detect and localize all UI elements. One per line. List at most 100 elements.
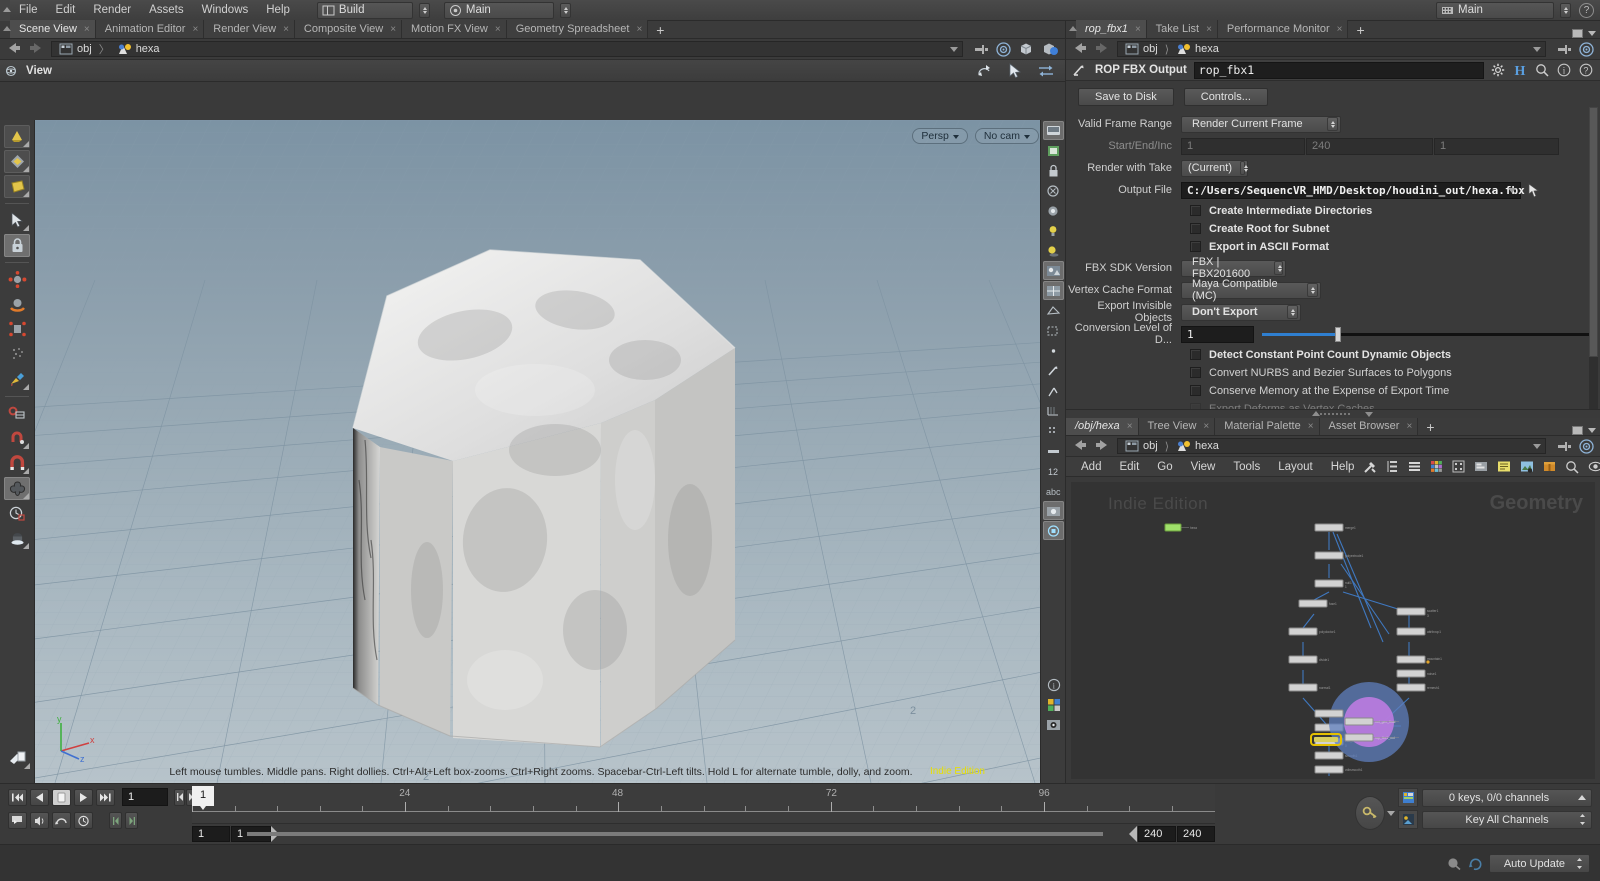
crumb-obj[interactable]: obj <box>1121 439 1162 454</box>
material-display-icon[interactable] <box>1042 261 1064 280</box>
parameter-scrollbar[interactable] <box>1589 107 1598 433</box>
tool-object-select-icon[interactable] <box>4 125 30 148</box>
crumb-obj[interactable]: obj <box>55 42 96 57</box>
forward-arrow-icon[interactable] <box>1092 41 1110 57</box>
parm-pane-nub[interactable] <box>1066 20 1077 38</box>
tool-clock-icon[interactable] <box>4 502 30 525</box>
parm-path-field[interactable]: obj ⟩ hexa <box>1117 41 1546 57</box>
tool-magnet-icon[interactable] <box>4 452 30 475</box>
help-icon[interactable]: ? <box>1579 2 1594 18</box>
globe-display-icon[interactable] <box>1042 42 1059 57</box>
tool-magnet-small-icon[interactable] <box>4 427 30 450</box>
menu-edit[interactable]: Edit <box>47 0 85 21</box>
tool-spray-icon[interactable] <box>4 343 30 366</box>
checkbox-box[interactable] <box>1190 349 1201 360</box>
tool-rubber-icon[interactable] <box>4 527 30 550</box>
save-to-disk-button[interactable]: Save to Disk <box>1078 88 1174 106</box>
network-menu-add[interactable]: Add <box>1072 457 1110 477</box>
playhead[interactable]: 1 <box>192 786 214 810</box>
menubar-collapse-nub[interactable] <box>0 0 11 21</box>
key-mode-selector[interactable]: Key All Channels <box>1422 810 1592 829</box>
inc-frame-field[interactable]: 1 <box>1434 137 1559 155</box>
display-flag-highlight[interactable]: out_geo_final rop_fbx1_out <box>1303 678 1433 768</box>
desktop-selector[interactable]: Build <box>316 1 413 19</box>
menu-assets[interactable]: Assets <box>140 0 193 21</box>
gear-icon[interactable] <box>1491 63 1505 77</box>
add-tab-button[interactable]: + <box>1418 419 1442 435</box>
normals-icon[interactable] <box>1043 361 1064 380</box>
conversion-lod-slider[interactable] <box>1262 326 1596 342</box>
network-box-icon[interactable] <box>1474 460 1488 473</box>
global-start-field[interactable]: 1 <box>192 826 230 842</box>
start-frame-field[interactable]: 1 <box>1181 137 1305 155</box>
tab-close-icon[interactable]: × <box>390 24 396 35</box>
shadow-icon[interactable] <box>1043 241 1064 260</box>
tool-handle-lock-icon[interactable] <box>4 234 30 257</box>
menu-render[interactable]: Render <box>84 0 140 21</box>
tab-material-palette[interactable]: Material Palette × <box>1215 417 1320 435</box>
checkbox-conserve-memory[interactable]: Conserve Memory at the Expense of Export… <box>1066 382 1600 399</box>
tab-close-icon[interactable]: × <box>1406 421 1412 432</box>
tools-wrench-icon[interactable] <box>1363 460 1377 474</box>
network-menu-edit[interactable]: Edit <box>1110 457 1148 477</box>
pin-icon[interactable] <box>1557 43 1572 56</box>
path-dropdown-icon[interactable] <box>950 46 958 52</box>
tab-render-view[interactable]: Render View × <box>204 20 295 38</box>
box-display-icon[interactable] <box>1018 42 1035 57</box>
tool-geometry-select-icon[interactable] <box>4 150 30 173</box>
vertex-cache-format-menu[interactable]: Maya Compatible (MC) <box>1181 278 1321 302</box>
color-chart-icon[interactable] <box>1043 695 1064 714</box>
controls-button[interactable]: Controls... <box>1183 88 1268 106</box>
toolset-selector[interactable]: Main <box>443 1 554 19</box>
tab-close-icon[interactable]: × <box>84 24 90 35</box>
xray-icon[interactable] <box>1043 181 1064 200</box>
pin-icon[interactable] <box>974 43 989 56</box>
network-menu-go[interactable]: Go <box>1148 457 1181 477</box>
tab-rop-fbx1[interactable]: rop_fbx1 × <box>1076 20 1147 38</box>
tab-geometry-spreadsheet[interactable]: Geometry Spreadsheet × <box>506 20 649 38</box>
range-end-button[interactable] <box>125 812 138 829</box>
tab-tree-view[interactable]: Tree View × <box>1138 417 1216 435</box>
file-browse-icon[interactable] <box>1528 182 1542 198</box>
tab-close-icon[interactable]: × <box>1127 421 1133 432</box>
list-tree-icon[interactable] <box>1386 460 1399 473</box>
frame-ruler[interactable]: 24 48 72 96 1 <box>192 784 1215 824</box>
key-mode-stepper[interactable] <box>1578 812 1587 827</box>
checkbox-box[interactable] <box>1190 205 1201 216</box>
checkbox-box[interactable] <box>1190 241 1201 252</box>
network-menu-tools[interactable]: Tools <box>1224 457 1269 477</box>
checkbox-convert-nurbs[interactable]: Convert NURBS and Bezier Surfaces to Pol… <box>1066 364 1600 381</box>
back-arrow-icon[interactable] <box>6 41 24 57</box>
tool-notes-icon[interactable] <box>5 747 31 770</box>
export-invisible-objects-menu[interactable]: Don't Export <box>1181 303 1301 321</box>
pin-icon[interactable] <box>1557 440 1572 453</box>
takes-selector[interactable]: Main <box>1436 1 1554 19</box>
network-menu-help[interactable]: Help <box>1322 457 1364 477</box>
back-arrow-icon[interactable] <box>1072 41 1090 57</box>
sticky-note-icon[interactable] <box>1497 460 1511 473</box>
forward-arrow-icon[interactable] <box>1092 438 1110 454</box>
crumb-hexa[interactable]: hexa <box>1172 439 1223 454</box>
dots-grid-icon[interactable] <box>1043 421 1064 440</box>
tab-close-icon[interactable]: × <box>192 24 198 35</box>
tool-measure-icon[interactable] <box>4 402 30 425</box>
tab-scene-view[interactable]: Scene View × <box>10 20 96 38</box>
network-canvas[interactable]: Indie Edition Geometry hexa merge1 polye… <box>1071 482 1595 779</box>
add-tab-button[interactable]: + <box>1348 22 1372 38</box>
menu-help[interactable]: Help <box>257 0 299 21</box>
key-type-icon[interactable] <box>1398 810 1418 829</box>
cook-status-icon[interactable] <box>1446 856 1462 871</box>
tool-move-icon[interactable] <box>4 268 30 291</box>
link-target-icon[interactable] <box>1579 41 1594 57</box>
pane-splitter[interactable] <box>1066 410 1600 418</box>
maximize-pane-icon[interactable] <box>1572 426 1583 435</box>
tool-arrow-select-icon[interactable] <box>4 209 30 232</box>
checkbox-create-intermediate-directories[interactable]: Create Intermediate Directories <box>1066 202 1600 219</box>
snap-tool-icon[interactable] <box>1037 63 1055 79</box>
playback-end-field[interactable]: 240 <box>1138 826 1176 842</box>
persp-selector[interactable]: Persp <box>912 128 968 144</box>
dots-shape-icon[interactable] <box>1452 460 1465 473</box>
tab-close-icon[interactable]: × <box>1308 421 1314 432</box>
wire-shaded-icon[interactable] <box>1043 301 1064 320</box>
tool-paint-icon[interactable] <box>4 368 30 391</box>
